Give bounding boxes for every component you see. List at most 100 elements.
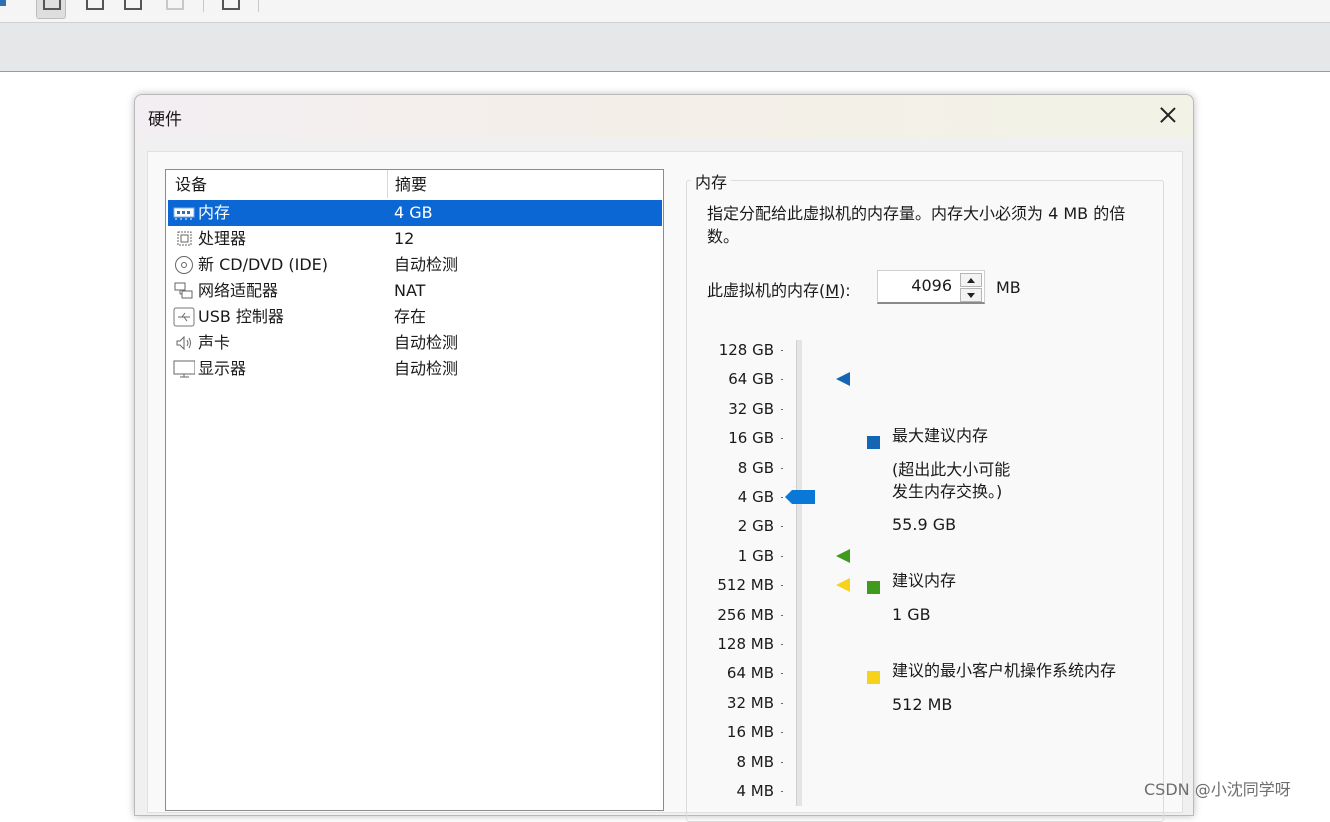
- device-list[interactable]: 设备 摘要 内存 4 GB 处理器 12 新 CD/DVD (IDE) 自动检测…: [165, 169, 664, 811]
- column-header-separator[interactable]: [387, 170, 388, 198]
- processor-icon: [177, 231, 192, 246]
- scale-tick-label: 16 GB: [728, 429, 774, 448]
- spin-down-icon[interactable]: [960, 288, 982, 302]
- unity-icon: [166, 0, 184, 10]
- scale-tick-mark: [781, 379, 783, 381]
- device-summary: 存在: [394, 307, 427, 326]
- legend-max-title: 最大建议内存: [892, 426, 989, 445]
- memory-label-suffix: ):: [839, 281, 851, 300]
- scale-tick-mark: [781, 408, 783, 410]
- legend-max-note-2: 发生内存交换。): [892, 482, 1003, 501]
- scale-tick-mark: [781, 761, 783, 763]
- marker-max-recommended: [836, 372, 850, 387]
- scale-tick-label: 4 GB: [737, 488, 774, 506]
- legend-max-note-1: (超出此大小可能: [892, 460, 1011, 479]
- device-summary: 12: [394, 229, 415, 248]
- view-normal-icon: [43, 0, 61, 10]
- scale-tick-mark: [781, 526, 783, 528]
- device-row-cd-dvd[interactable]: 新 CD/DVD (IDE) 自动检测: [168, 252, 662, 278]
- view-settings-icon: [222, 0, 240, 10]
- memory-slider-track[interactable]: [796, 340, 802, 806]
- memory-group-title: 内存: [691, 169, 732, 193]
- memory-size-input[interactable]: 4096: [877, 270, 985, 304]
- column-header-summary[interactable]: 摘要: [395, 170, 427, 198]
- usb-icon: [173, 307, 195, 327]
- device-name: 声卡: [198, 333, 231, 352]
- legend-min-swatch: [867, 671, 880, 684]
- scale-tick-label: 2 GB: [737, 517, 774, 536]
- scale-tick-label: 128 GB: [718, 341, 774, 359]
- fullscreen-icon: [124, 0, 142, 10]
- device-row-network-adapter[interactable]: 网络适配器 NAT: [168, 278, 662, 304]
- legend-recommended-swatch: [867, 581, 880, 594]
- toolbar-separator: [203, 0, 204, 12]
- speaker-icon: [176, 335, 191, 351]
- scale-tick-label: 256 MB: [717, 605, 774, 624]
- device-name: 新 CD/DVD (IDE): [198, 255, 328, 274]
- scale-tick-mark: [781, 791, 783, 792]
- scale-tick-mark: [781, 350, 783, 351]
- scale-tick-mark: [781, 702, 783, 704]
- device-summary: NAT: [394, 281, 426, 300]
- dialog-title: 硬件: [148, 110, 182, 130]
- toolbar-edge-accent: [0, 0, 6, 6]
- scale-tick-mark: [781, 555, 783, 557]
- device-name: 处理器: [198, 229, 247, 248]
- fullscreen-button[interactable]: [118, 0, 146, 18]
- scale-tick-label: 8 MB: [736, 752, 774, 771]
- hardware-dialog: 硬件 设备 摘要 内存 4 GB 处理器 12 新 CD/DVD (IDE) 自…: [134, 94, 1194, 822]
- device-name: 显示器: [198, 359, 247, 378]
- device-row-sound-card[interactable]: 声卡 自动检测: [168, 330, 662, 356]
- device-row-processor[interactable]: 处理器 12: [168, 226, 662, 252]
- scale-tick-mark: [781, 438, 783, 440]
- host-tab-strip: [0, 23, 1330, 72]
- memory-label-mnemonic: M: [825, 281, 840, 300]
- memory-icon: [173, 207, 195, 220]
- device-summary: 自动检测: [394, 255, 459, 274]
- monitor-icon: [173, 360, 195, 378]
- scale-tick-label: 32 GB: [728, 399, 774, 418]
- scale-tick-label: 8 GB: [737, 458, 774, 477]
- scale-tick-label: 4 MB: [736, 782, 774, 800]
- device-summary: 自动检测: [394, 333, 459, 352]
- unity-button[interactable]: [160, 0, 188, 18]
- legend-recommended-title: 建议内存: [892, 571, 957, 590]
- device-row-usb[interactable]: USB 控制器 存在: [168, 304, 662, 330]
- legend-max-value: 55.9 GB: [892, 515, 957, 534]
- view-console-button[interactable]: [80, 0, 108, 18]
- legend-min-title: 建议的最小客户机操作系统内存: [892, 661, 1117, 680]
- scale-tick-label: 32 MB: [726, 693, 774, 712]
- scale-tick-label: 1 GB: [737, 546, 774, 565]
- view-console-icon: [86, 0, 104, 10]
- network-adapter-icon: [174, 282, 193, 299]
- view-settings-button[interactable]: [216, 0, 244, 18]
- legend-min-value: 512 MB: [892, 695, 953, 714]
- scale-tick-mark: [781, 585, 783, 587]
- spin-up-icon[interactable]: [960, 273, 982, 287]
- memory-size-value[interactable]: 4096: [911, 276, 952, 295]
- device-summary: 自动检测: [394, 359, 459, 378]
- column-header-device[interactable]: 设备: [175, 170, 207, 198]
- toolbar-separator: [258, 0, 259, 12]
- scale-tick-label: 64 MB: [726, 664, 774, 683]
- view-normal-button[interactable]: [36, 0, 66, 19]
- memory-slider-thumb[interactable]: [785, 490, 815, 504]
- close-icon[interactable]: [1155, 102, 1181, 128]
- device-name: USB 控制器: [198, 307, 284, 326]
- memory-size-label: 此虚拟机的内存(M):: [707, 277, 851, 301]
- device-row-memory[interactable]: 内存 4 GB: [168, 200, 662, 226]
- host-toolbar: [0, 0, 1330, 23]
- marker-min-guest-os: [836, 578, 850, 593]
- scale-tick-mark: [781, 644, 783, 645]
- scale-tick-mark: [781, 673, 783, 675]
- dialog-titlebar: 硬件: [135, 95, 1193, 137]
- watermark: CSDN @小沈同学呀: [1144, 780, 1291, 799]
- memory-label-prefix: 此虚拟机的内存(: [707, 281, 826, 300]
- scale-tick-mark: [781, 497, 783, 498]
- device-row-display[interactable]: 显示器 自动检测: [168, 356, 662, 382]
- legend-max-swatch: [867, 436, 880, 449]
- device-name: 内存: [198, 203, 231, 222]
- cd-dvd-icon: [175, 256, 193, 274]
- scale-tick-label: 16 MB: [726, 723, 774, 742]
- scale-tick-mark: [781, 614, 783, 616]
